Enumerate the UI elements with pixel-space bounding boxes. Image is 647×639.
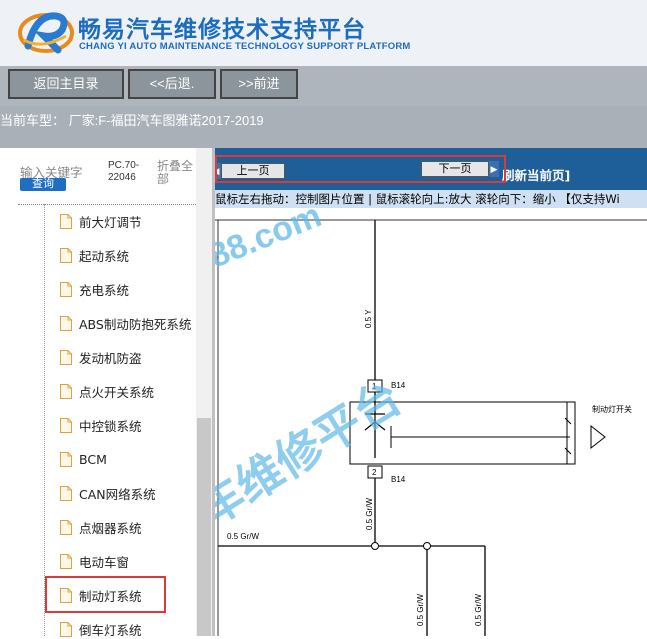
- back-button[interactable]: <<后退.: [128, 69, 216, 99]
- wire-label-grw-bottom2: 0.5 Gr/W: [474, 594, 483, 626]
- usage-hint: 鼠标左右拖动：控制图片位置 | 鼠标滚轮向上:放大 滚轮向下：缩小 【仅支持Wi: [215, 190, 647, 208]
- tree-item-label: ABS制动防抱死系统: [79, 316, 192, 332]
- tree-item-label: 点火开关系统: [79, 384, 155, 400]
- tree-item[interactable]: 起动系统: [60, 245, 129, 265]
- search-button[interactable]: 查询: [20, 178, 66, 191]
- document-icon: [60, 519, 72, 535]
- tree-item-label: 充电系统: [79, 282, 130, 298]
- tree-item-label: 电动车窗: [79, 554, 130, 570]
- junction-1: [371, 542, 379, 550]
- viewer-panel: 上一页 ◀ 下一页 ▶ 刷新当前页] 鼠标左右拖动：控制图片位置 | 鼠标滚轮向…: [215, 148, 647, 636]
- tree-item[interactable]: ABS制动防抱死系统: [60, 313, 191, 333]
- tree-item-label: 起动系统: [79, 248, 130, 264]
- collapse-all-link[interactable]: 折叠全部: [157, 160, 197, 186]
- wire-label-grw-horizontal: 0.5 Gr/W: [227, 532, 259, 541]
- tree-item[interactable]: 电动车窗: [60, 551, 129, 571]
- wire-label-05y: 0.5 Y: [364, 309, 373, 328]
- tree-item[interactable]: 点火开关系统: [60, 381, 154, 401]
- brake-switch-label: 制动灯开关: [592, 404, 632, 414]
- tree-item-label: 发动机防盗: [79, 350, 142, 366]
- info-bar: 当前车型： 厂家:F-福田汽车图雅诺2017-2019: [0, 106, 647, 148]
- tree-item-label: BCM: [79, 451, 107, 467]
- pc-code: PC.70- 22046: [108, 160, 139, 184]
- tree-guide-line: [44, 204, 45, 636]
- sidebar: 输入关键字 查询 PC.70- 22046 折叠全部 前大灯调节 起动系统 充电系统…: [0, 148, 212, 639]
- tree-item-label: 中控锁系统: [79, 418, 142, 434]
- wiring-diagram[interactable]: 0.5 Y 1 B14 制动灯开关 2 B14 0.5 Gr/W 0.5 Gr/…: [215, 208, 647, 636]
- watermark-url: 88.com: [215, 208, 327, 275]
- tree-item[interactable]: BCM: [60, 449, 107, 469]
- pc-code-line2: 22046: [108, 172, 136, 183]
- tree-item-label: 点烟器系统: [79, 520, 142, 536]
- logo-icon: [18, 12, 74, 54]
- arrow-icon: [590, 424, 606, 450]
- header: 畅易汽车维修技术支持平台 CHANG YI AUTO MAINTENANCE T…: [0, 0, 647, 66]
- nav-bar: 返回主目录 <<后退. >>前进: [0, 66, 647, 106]
- tree-item-label: 前大灯调节: [79, 214, 142, 230]
- document-icon: [60, 417, 72, 433]
- forward-button[interactable]: >>前进: [220, 69, 298, 99]
- page-title: 畅易汽车维修技术支持平台: [78, 17, 366, 43]
- refresh-page-link[interactable]: 刷新当前页]: [502, 165, 570, 184]
- tree-item[interactable]: CAN网络系统: [60, 483, 156, 503]
- watermark-platform: 车维修平台: [215, 370, 411, 538]
- page-nav-highlight: [215, 155, 506, 183]
- tree-item[interactable]: 充电系统: [60, 279, 129, 299]
- document-icon: [60, 213, 72, 229]
- document-icon: [60, 349, 72, 365]
- document-icon: [60, 315, 72, 331]
- pc-code-line1: PC.70-: [108, 160, 140, 171]
- document-icon: [60, 621, 72, 637]
- page-subtitle: CHANG YI AUTO MAINTENANCE TECHNOLOGY SUP…: [79, 41, 411, 52]
- switch-contact-marks: [564, 417, 572, 455]
- scrollbar-thumb[interactable]: [197, 418, 211, 636]
- connector-b14-bottom-label: B14: [391, 475, 406, 484]
- document-icon: [60, 451, 72, 467]
- pin-2-label: 2: [372, 468, 377, 477]
- wire-label-grw-vertical: 0.5 Gr/W: [365, 498, 374, 530]
- selected-item-highlight: [45, 576, 166, 613]
- tree-item[interactable]: 中控锁系统: [60, 415, 142, 435]
- sidebar-scrollbar[interactable]: [196, 148, 212, 636]
- divider: [18, 204, 198, 205]
- document-icon: [60, 383, 72, 399]
- tree-item[interactable]: 点烟器系统: [60, 517, 142, 537]
- document-icon: [60, 281, 72, 297]
- home-button[interactable]: 返回主目录: [8, 69, 124, 99]
- tree-item[interactable]: 发动机防盗: [60, 347, 142, 367]
- document-icon: [60, 485, 72, 501]
- document-icon: [60, 247, 72, 263]
- tree-item[interactable]: 前大灯调节: [60, 211, 142, 231]
- tree-item[interactable]: 倒车灯系统: [60, 619, 142, 639]
- tree-item-label: CAN网络系统: [79, 486, 156, 502]
- junction-2: [423, 542, 431, 550]
- wire-label-grw-bottom1: 0.5 Gr/W: [416, 594, 425, 626]
- document-icon: [60, 553, 72, 569]
- current-car-model: 当前车型： 厂家:F-福田汽车图雅诺2017-2019: [0, 113, 264, 128]
